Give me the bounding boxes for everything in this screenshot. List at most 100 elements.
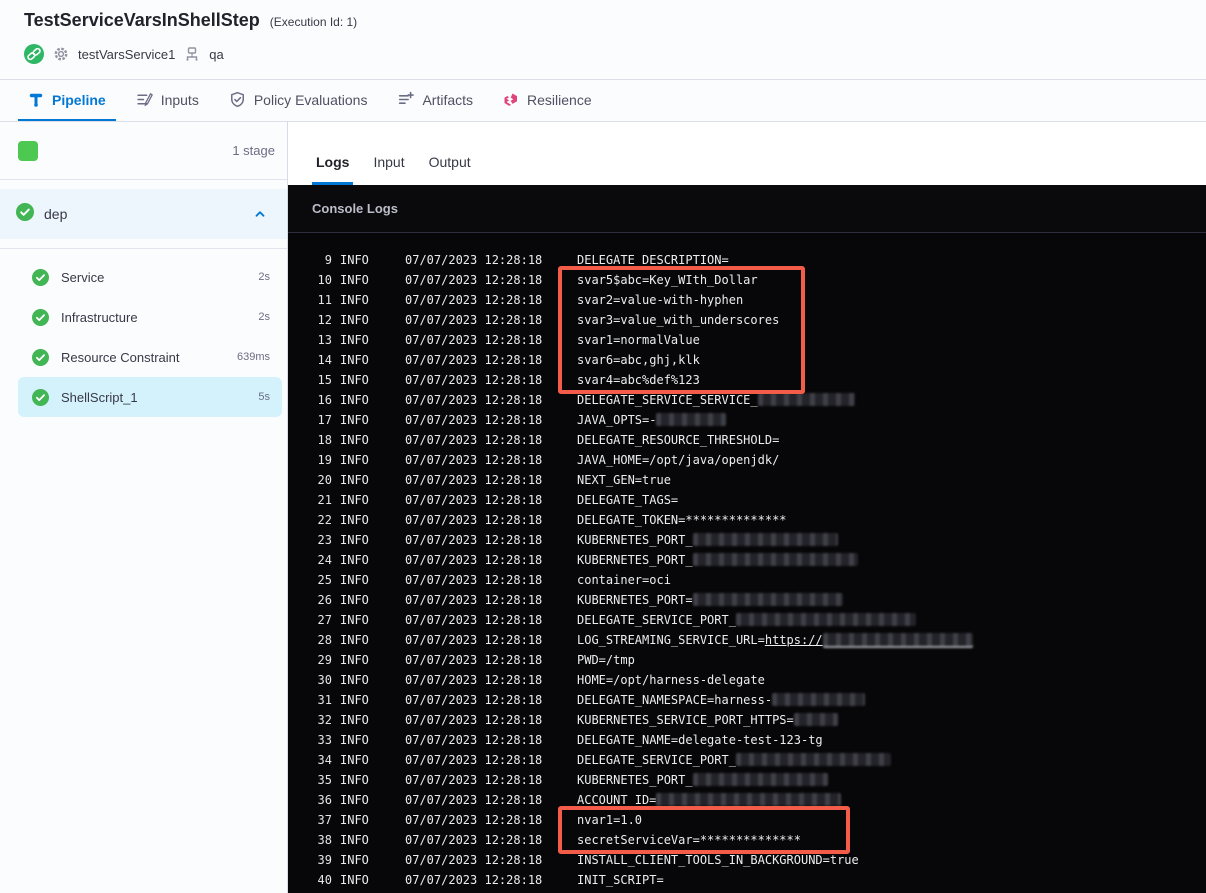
step-duration: 639ms — [236, 351, 270, 363]
tab-label: Policy Evaluations — [253, 91, 368, 108]
main-nav-tabs: Pipeline Inputs Policy Evaluations Artifact… — [0, 80, 1206, 122]
step-shellscript-1[interactable]: ShellScript_1 5s — [18, 377, 282, 417]
stage-status-square[interactable] — [18, 140, 38, 161]
log-timestamp: 07/07/2023 12:28:18 — [405, 433, 543, 447]
log-timestamp: 07/07/2023 12:28:18 — [405, 453, 543, 467]
log-level: INFO — [340, 253, 369, 267]
log-timestamp: 07/07/2023 12:28:18 — [405, 253, 543, 267]
log-message: svar2=value-with-hyphen — [577, 293, 744, 307]
stage-group-label: dep — [44, 206, 68, 222]
log-line-number: 17 — [317, 413, 332, 427]
success-check-icon — [32, 348, 49, 366]
step-resource-constraint[interactable]: Resource Constraint 639ms — [18, 337, 282, 377]
log-timestamp: 07/07/2023 12:28:18 — [405, 773, 543, 787]
stage-group-dep[interactable]: dep — [0, 189, 287, 239]
log-message: NEXT_GEN=true — [577, 473, 671, 487]
log-message: svar3=value_with_underscores — [577, 313, 780, 327]
log-message: DELEGATE_SERVICE_PORT_ — [577, 750, 1206, 770]
log-timestamp: 07/07/2023 12:28:18 — [405, 713, 543, 727]
log-line: 31 INFO 07/07/2023 12:28:18 DELEGATE_NAMESP… — [288, 690, 1206, 710]
log-message: DELEGATE_DESCRIPTION= — [577, 253, 729, 267]
log-message: DELEGATE_NAMESPACE=harness- — [577, 690, 1206, 710]
log-level: INFO — [340, 833, 369, 847]
log-timestamp: 07/07/2023 12:28:18 — [405, 733, 543, 747]
chevron-up-icon[interactable] — [253, 207, 267, 221]
log-level: INFO — [340, 633, 369, 647]
cd-module-icon — [24, 44, 44, 64]
log-line: 32 INFO 07/07/2023 12:28:18 KUBERNETES_SERV… — [288, 710, 1206, 730]
redacted-text-block — [692, 553, 858, 566]
success-check-icon — [16, 202, 34, 226]
page-header: TestServiceVarsInShellStep (Execution Id… — [0, 0, 1206, 80]
log-message: KUBERNETES_PORT_ — [577, 550, 1206, 570]
log-timestamp: 07/07/2023 12:28:18 — [405, 853, 543, 867]
log-timestamp: 07/07/2023 12:28:18 — [405, 553, 543, 567]
log-message: svar1=normalValue — [577, 333, 700, 347]
log-tab-input[interactable]: Input — [369, 154, 408, 185]
step-label: Resource Constraint — [61, 349, 180, 365]
success-check-icon — [32, 308, 49, 326]
log-line: 29 INFO 07/07/2023 12:28:18 PWD=/tmp — [288, 650, 1206, 670]
step-infrastructure[interactable]: Infrastructure 2s — [18, 297, 282, 337]
log-line-number: 21 — [317, 493, 332, 507]
log-line-number: 22 — [317, 513, 332, 527]
environment-name[interactable]: qa — [209, 47, 223, 62]
log-line-number: 9 — [324, 253, 332, 267]
log-message: nvar1=1.0 — [577, 813, 643, 827]
log-message: KUBERNETES_SERVICE_PORT_HTTPS= — [577, 710, 1206, 730]
log-timestamp: 07/07/2023 12:28:18 — [405, 613, 543, 627]
log-timestamp: 07/07/2023 12:28:18 — [405, 353, 543, 367]
log-line-number: 31 — [317, 693, 332, 707]
service-gear-icon — [53, 46, 69, 62]
log-line: 35 INFO 07/07/2023 12:28:18 KUBERNETES_PORT… — [288, 770, 1206, 790]
log-level: INFO — [340, 513, 369, 527]
log-timestamp: 07/07/2023 12:28:18 — [405, 633, 543, 647]
redacted-text-block — [692, 533, 838, 546]
log-tabs: Logs Input Output — [288, 122, 1206, 185]
tab-label: Inputs — [160, 91, 199, 108]
console-logs-header: Console Logs — [288, 185, 1206, 233]
success-check-icon — [32, 268, 49, 286]
log-line: 17 INFO 07/07/2023 12:28:18 JAVA_OPTS=- — [288, 410, 1206, 430]
log-timestamp: 07/07/2023 12:28:18 — [405, 273, 543, 287]
tab-policy-evaluations[interactable]: Policy Evaluations — [219, 80, 378, 121]
log-message-link[interactable]: https:// — [765, 633, 823, 647]
log-line: 11 INFO 07/07/2023 12:28:18 svar2=value-wit… — [288, 290, 1206, 310]
tab-pipeline[interactable]: Pipeline — [18, 80, 116, 121]
log-line-number: 36 — [317, 793, 332, 807]
step-service[interactable]: Service 2s — [18, 257, 282, 297]
log-level: INFO — [340, 753, 369, 767]
log-line-number: 11 — [317, 293, 332, 307]
log-line: 37 INFO 07/07/2023 12:28:18 nvar1=1.0 — [288, 810, 1206, 830]
log-line-number: 35 — [317, 773, 332, 787]
log-timestamp: 07/07/2023 12:28:18 — [405, 813, 543, 827]
log-level: INFO — [340, 393, 369, 407]
log-tab-output[interactable]: Output — [425, 154, 475, 185]
tab-artifacts[interactable]: Artifacts — [387, 80, 483, 121]
log-line: 12 INFO 07/07/2023 12:28:18 svar3=value_wit… — [288, 310, 1206, 330]
log-line-number: 10 — [317, 273, 332, 287]
log-timestamp: 07/07/2023 12:28:18 — [405, 833, 543, 847]
log-line-number: 33 — [317, 733, 332, 747]
log-line: 21 INFO 07/07/2023 12:28:18 DELEGATE_TAGS= — [288, 490, 1206, 510]
log-message: KUBERNETES_PORT= — [577, 590, 1206, 610]
log-tab-logs[interactable]: Logs — [312, 154, 354, 185]
execution-sidebar: 1 stage dep Service 2s Infrastructure 2s Res… — [0, 122, 288, 893]
log-message: DELEGATE_NAME=delegate-test-123-tg — [577, 733, 823, 747]
log-timestamp: 07/07/2023 12:28:18 — [405, 493, 543, 507]
tab-inputs[interactable]: Inputs — [126, 80, 209, 121]
log-message: LOG_STREAMING_SERVICE_URL=https:// — [577, 630, 1206, 650]
log-level: INFO — [340, 433, 369, 447]
log-message: PWD=/tmp — [577, 653, 635, 667]
log-timestamp: 07/07/2023 12:28:18 — [405, 293, 543, 307]
tab-label: Resilience — [527, 91, 592, 108]
tab-resilience[interactable]: Resilience — [493, 80, 602, 121]
service-name[interactable]: testVarsService1 — [78, 47, 175, 62]
log-timestamp: 07/07/2023 12:28:18 — [405, 393, 543, 407]
log-line-number: 23 — [317, 533, 332, 547]
log-line: 34 INFO 07/07/2023 12:28:18 DELEGATE_SERVIC… — [288, 750, 1206, 770]
log-message: DELEGATE_SERVICE_PORT_ — [577, 610, 1206, 630]
log-level: INFO — [340, 593, 369, 607]
log-level: INFO — [340, 293, 369, 307]
console-log-body[interactable]: 9 INFO 07/07/2023 12:28:18 DELEGATE_DESCRIP… — [288, 233, 1206, 893]
